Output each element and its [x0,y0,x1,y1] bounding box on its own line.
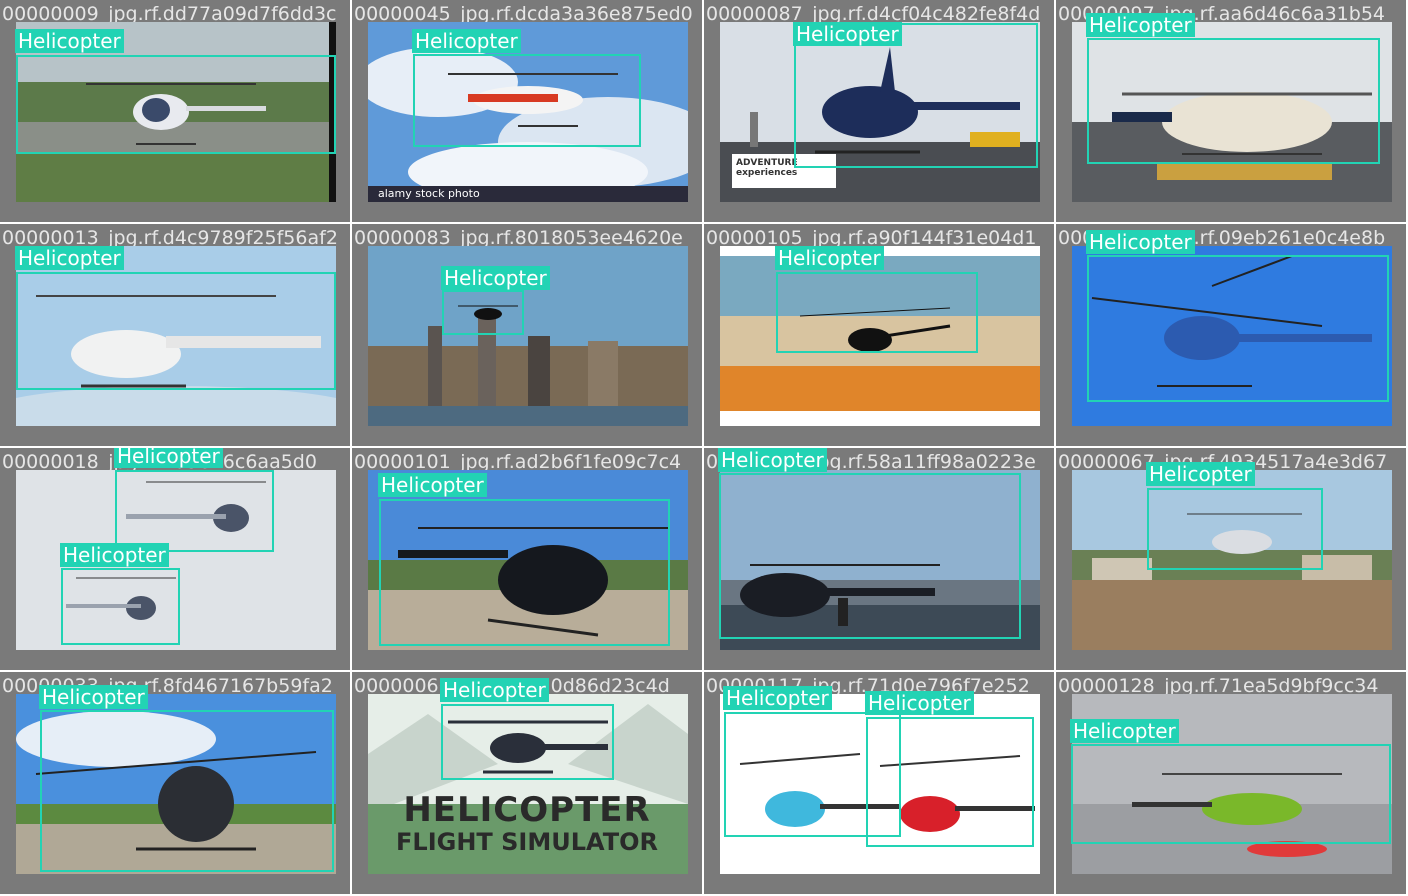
box-label: Helicopter [865,691,974,715]
bounding-box [379,499,670,646]
box-label: Helicopter [1070,719,1179,743]
box-label: Helicopter [378,473,487,497]
box-label: Helicopter [60,543,169,567]
bounding-box [1087,38,1380,164]
box-label: Helicopter [718,448,827,472]
bounding-box [16,55,336,154]
bounding-box [115,470,274,552]
box-label: Helicopter [793,22,902,46]
box-label: Helicopter [1086,13,1195,37]
bounding-box [413,54,641,147]
tile-11[interactable]: 00000081_jpg.rf.58a11ff98a0223e Helicopt… [704,448,1056,672]
tile-6[interactable]: 00000083_jpg.rf.8018053ee4620e Helicopte… [352,224,704,448]
bounding-box [61,568,180,645]
tile-15[interactable]: 00000117_jpg.rf.71d0e796f7e252 Helicopte… [704,672,1056,896]
box-label: Helicopter [15,246,124,270]
bounding-box [1071,744,1391,844]
box-label: Helicopter [1086,230,1195,254]
bounding-box [866,717,1034,847]
tile-5[interactable]: 00000013_jpg.rf.d4c9789f25f56af2 Helicop… [0,224,352,448]
tile-9[interactable]: 00000018_jpg.rf.7a9616c6aa5d0 Helicopter… [0,448,352,672]
tile-10[interactable]: 00000101_jpg.rf.ad2b6f1fe09c7c4 Helicopt… [352,448,704,672]
tile-4[interactable]: 00000097_jpg.rf.aa6d46c6a31b54 Helicopte… [1056,0,1408,224]
box-label: Helicopter [1146,462,1255,486]
box-label: Helicopter [15,29,124,53]
box-label: Helicopter [114,448,223,468]
bounding-box [1087,255,1389,402]
simulator-title: HELICOPTER [403,790,651,830]
simulator-subtitle: FLIGHT SIMULATOR [396,828,658,856]
tile-7[interactable]: 00000105_jpg.rf.a90f144f31e04d1 Helicopt… [704,224,1056,448]
bounding-box [16,272,336,390]
box-label: Helicopter [412,29,521,53]
tile-8[interactable]: 00000057_jpg.rf.09eb261e0c4e8b Helicopte… [1056,224,1408,448]
box-label: Helicopter [775,246,884,270]
bounding-box [40,710,334,872]
bounding-box [719,473,1021,639]
tile-16[interactable]: 00000128_jpg.rf.71ea5d9bf9cc34 Helicopte… [1056,672,1408,896]
tile-13[interactable]: 00000033_jpg.rf.8fd467167b59fa2 Helicopt… [0,672,352,896]
box-label: Helicopter [440,678,549,702]
mosaic-grid: 00000009_jpg.rf.dd77a09d7f6dd3c Helicopt… [0,0,1408,896]
bounding-box [776,272,978,353]
bounding-box [441,704,614,780]
tile-12[interactable]: 00000067_jpg.rf.4934517a4e3d67 Helicopte… [1056,448,1408,672]
tile-1[interactable]: 00000009_jpg.rf.dd77a09d7f6dd3c Helicopt… [0,0,352,224]
bounding-box [1147,488,1323,570]
box-label: Helicopter [723,686,832,710]
tile-14[interactable]: 00000066_jpg.rf.a910d86d23c4d HELICOPTER… [352,672,704,896]
bounding-box [442,290,524,335]
box-label: Helicopter [441,266,550,290]
tile-3[interactable]: 00000087_jpg.rf.d4cf04c482fe8f4d ADVENTU… [704,0,1056,224]
tile-2[interactable]: 00000045_jpg.rf.dcda3a36e875ed0 alamy st… [352,0,704,224]
watermark: alamy stock photo [368,186,688,202]
box-label: Helicopter [39,685,148,709]
